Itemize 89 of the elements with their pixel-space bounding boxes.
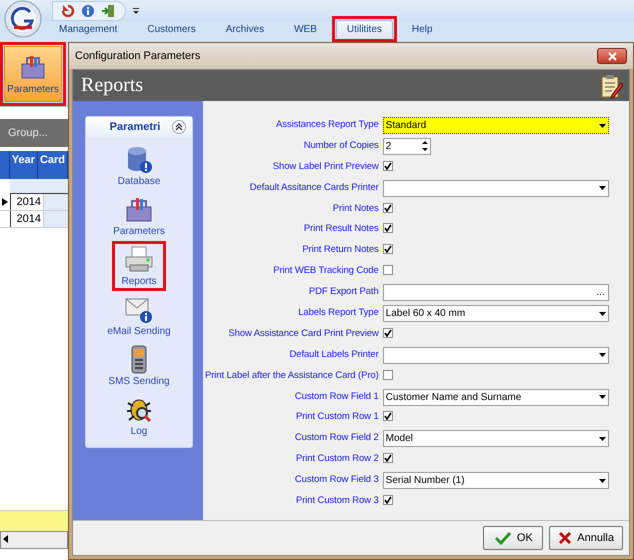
path-field[interactable]: ... <box>382 284 609 302</box>
nav-item[interactable]: Database <box>118 144 160 188</box>
field-label: Print Custom Row 3 <box>294 494 379 506</box>
close-button[interactable] <box>597 48 627 64</box>
field-label: PDF Export Path <box>308 285 379 298</box>
ribbon-tab[interactable]: Customers <box>136 20 207 38</box>
dropdown-field[interactable]: Standard <box>382 117 609 134</box>
ribbon-tab[interactable]: Archives <box>214 20 276 38</box>
dropdown-field[interactable]: Serial Number (1) <box>382 472 609 490</box>
checkbox[interactable] <box>382 160 393 171</box>
section-heading: Reports <box>81 74 144 97</box>
card-cell <box>44 194 68 210</box>
customize-caret-icon[interactable] <box>132 6 140 16</box>
field-label: Default Assitance Cards Printer <box>248 180 379 193</box>
checkbox[interactable] <box>382 328 393 338</box>
ribbon-tab[interactable]: Management <box>48 20 128 38</box>
filter-row[interactable] <box>10 179 68 194</box>
nav-item[interactable]: SMS Sending <box>108 344 170 388</box>
checkbox[interactable] <box>382 453 393 464</box>
nav-item[interactable]: Log <box>124 394 154 438</box>
field-label: Custom Row Field 3 <box>294 473 379 486</box>
check-mark-icon <box>384 454 392 462</box>
number-spinner[interactable]: 2 <box>382 138 431 155</box>
close-icon <box>608 52 616 60</box>
dropdown-field[interactable]: Customer Name and Surname <box>382 388 609 406</box>
field-label: Assistances Report Type <box>275 118 379 130</box>
grid-row[interactable]: 2014 <box>0 194 68 211</box>
check-mark-icon <box>384 204 392 212</box>
checkbox[interactable] <box>382 411 393 422</box>
check-icon <box>494 531 512 545</box>
checkbox[interactable] <box>382 265 393 276</box>
checkbox[interactable] <box>382 495 393 506</box>
dropdown-field[interactable]: Model <box>382 430 609 448</box>
dialog-title: Configuration Parameters <box>75 50 200 62</box>
check-mark-icon <box>384 245 392 254</box>
check-mark-icon <box>384 412 392 420</box>
app-logo-icon <box>4 0 42 38</box>
checkbox[interactable] <box>382 370 393 380</box>
field-label: Default Labels Printer <box>288 348 379 360</box>
field-label: Show Assistance Card Print Preview <box>227 326 379 339</box>
field-label: Custom Row Field 1 <box>294 390 379 402</box>
nav-group-title: Parametri <box>110 121 160 133</box>
field-label: Custom Row Field 2 <box>294 431 379 444</box>
nav-item[interactable]: Parameters <box>113 194 165 238</box>
field-label: Print Result Notes <box>302 222 379 234</box>
grid-row[interactable]: 2014 <box>0 211 68 228</box>
cross-icon <box>558 531 572 545</box>
ok-button[interactable]: OK <box>483 526 544 550</box>
checkbox[interactable] <box>382 202 393 213</box>
ribbon-button[interactable]: Parameters <box>4 46 62 102</box>
info-icon[interactable] <box>81 4 95 18</box>
ribbon-tab[interactable]: Help <box>400 20 444 38</box>
card-cell <box>44 211 68 227</box>
check-mark-icon <box>384 328 392 337</box>
field-label: Print Label after the Assistance Card (Pro) <box>205 368 379 381</box>
collapse-button[interactable] <box>172 120 186 134</box>
summary-bar <box>0 510 68 531</box>
ribbon-tab[interactable]: Utilitites <box>336 20 393 38</box>
field-label: Labels Report Type <box>297 306 379 318</box>
field-label: Print Custom Row 2 <box>294 452 379 464</box>
dropdown-field[interactable] <box>382 180 609 197</box>
dropdown-field[interactable] <box>382 346 609 364</box>
row-indicator[interactable] <box>0 194 11 210</box>
group-by-hint: Group... <box>0 119 68 147</box>
field-label: Print Return Notes <box>301 243 379 256</box>
check-mark-icon <box>384 496 392 504</box>
cancel-button[interactable]: Annulla <box>549 526 623 550</box>
exit-door-icon[interactable] <box>101 4 115 18</box>
browse-button[interactable]: ... <box>593 286 608 300</box>
field-label: Print Custom Row 1 <box>294 410 379 422</box>
clipboard-pencil-icon <box>599 72 623 98</box>
field-label: Show Label Print Preview <box>272 160 379 172</box>
ribbon-tab[interactable]: WEB <box>283 20 328 38</box>
check-mark-icon <box>384 162 392 170</box>
checkbox[interactable] <box>382 244 393 254</box>
double-chevron-up-icon <box>175 123 184 131</box>
scroll-left-icon <box>1 532 11 546</box>
horizontal-scrollbar[interactable] <box>0 531 68 549</box>
checkbox[interactable] <box>382 223 393 234</box>
current-row-icon <box>2 198 8 206</box>
spin-arrows-icon <box>420 139 430 154</box>
nav-item[interactable]: eMail Sending <box>107 294 171 338</box>
dropdown-field[interactable]: Label 60 x 40 mm <box>382 305 609 322</box>
field-label: Print Notes <box>332 202 379 214</box>
check-mark-icon <box>384 224 392 232</box>
nav-item[interactable]: Reports <box>121 244 156 288</box>
undo-icon[interactable] <box>61 4 75 18</box>
field-label: Number of Copies <box>302 138 379 151</box>
field-label: Print WEB Tracking Code <box>272 264 379 276</box>
